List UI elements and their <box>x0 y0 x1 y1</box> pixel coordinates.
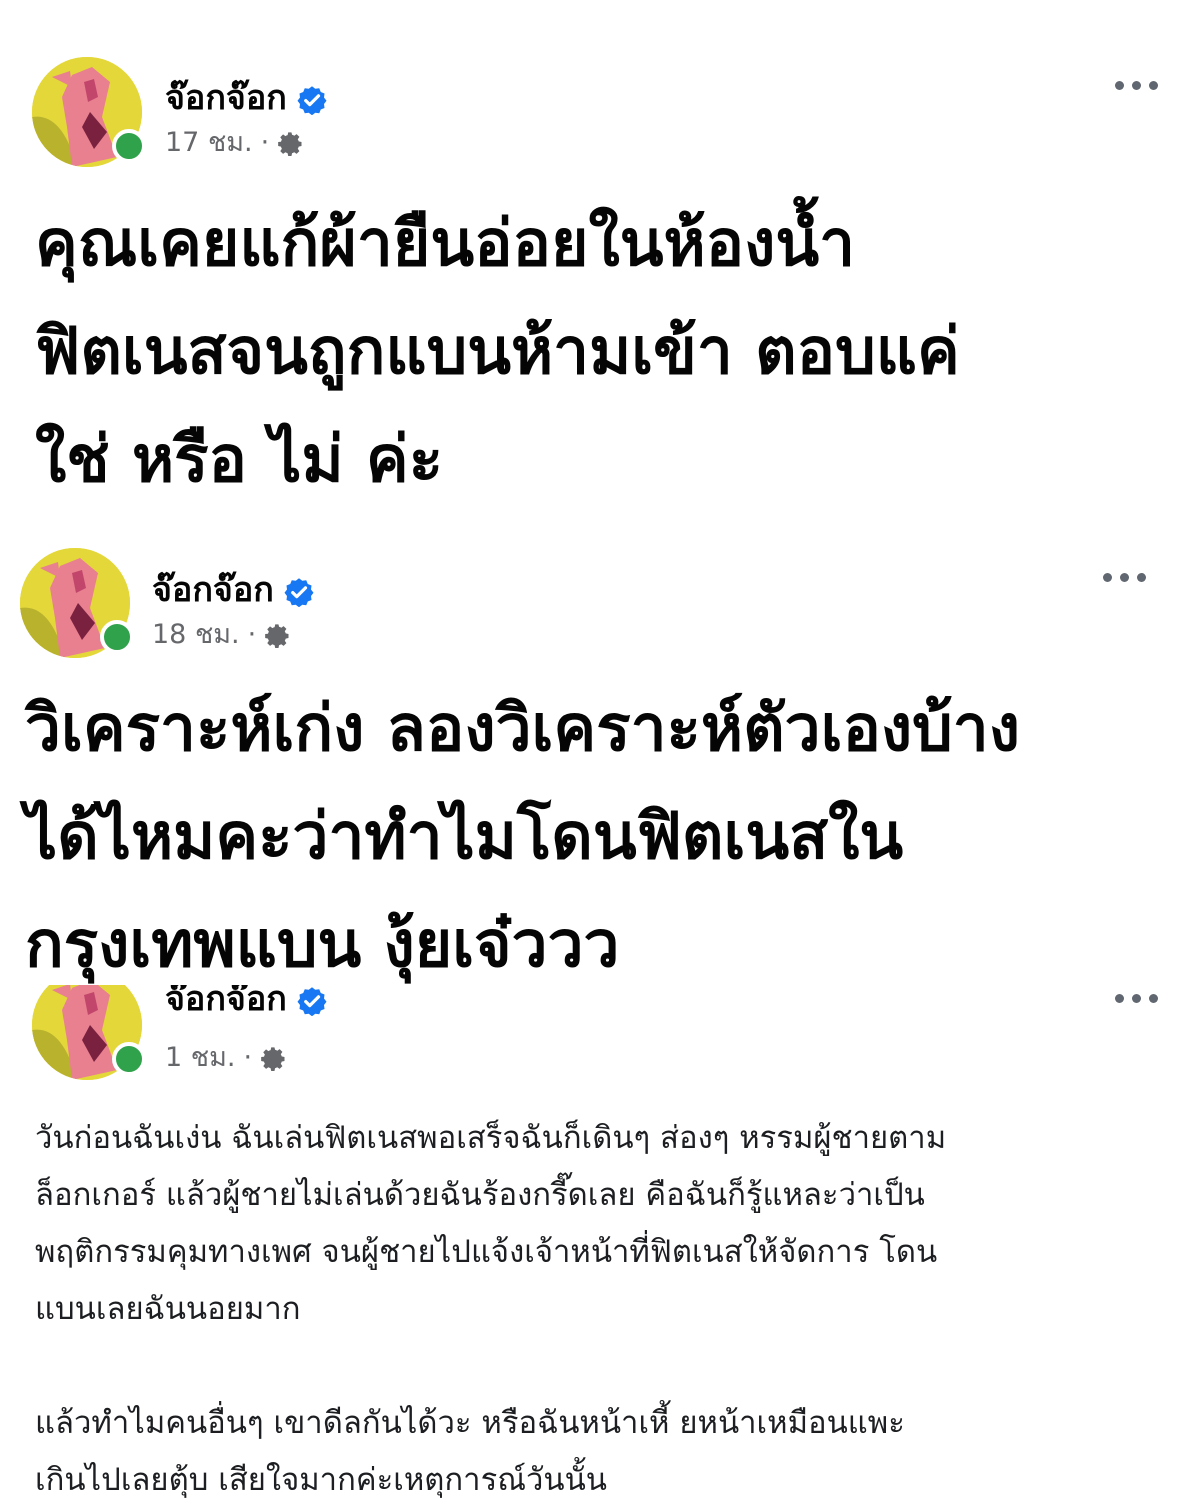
post-meta: 1 ชม. · <box>165 1035 288 1078</box>
avatar[interactable] <box>32 985 146 1080</box>
post-text-line: ล็อกเกอร์ แล้วผู้ชายไม่เล่นด้วยฉันร้องกร… <box>35 1177 925 1213</box>
post-text-line: พฤติกรรมคุมทางเพศ จนผู้ชายไปแจ้งเจ้าหน้า… <box>35 1234 938 1270</box>
post-meta: 17 ชม. · <box>165 120 305 163</box>
post-time[interactable]: 18 ชม. <box>152 619 240 650</box>
author-name-text: จ๊อกจ๊อก <box>165 78 287 118</box>
post-card: จ๊อกจ๊อก 1 ชม. · วันก่อนฉันเง่น ฉันเล่นฟิ… <box>0 985 1200 1500</box>
post-text-line: ใช่ หรือ ไม่ ค่ะ <box>35 423 444 497</box>
more-options-icon[interactable] <box>1103 570 1153 586</box>
post-text-line: แล้วทำไมคนอื่นๆ เขาดีลกันได้วะ หรือฉันหน… <box>35 1405 905 1441</box>
post-text-line: กรุงเทพแบน งุ้ยเจ๋ววว <box>25 908 620 982</box>
meta-separator: · <box>243 1042 253 1073</box>
post-text: คุณเคยแก้ผ้ายืนอ่อยในห้องน้ำ ฟิตเนสจนถูก… <box>35 190 960 514</box>
post-time[interactable]: 1 ชม. <box>165 1042 235 1073</box>
avatar[interactable] <box>32 57 146 167</box>
gear-icon[interactable] <box>264 622 292 650</box>
post-text: วิเคราะห์เก่ง ลองวิเคราะห์ตัวเองบ้าง ได้… <box>25 675 1020 999</box>
author-name[interactable]: จ๊อกจ๊อก <box>152 562 314 616</box>
online-status-icon <box>112 129 146 163</box>
verified-badge-icon <box>297 986 327 1016</box>
post-text-line: วันก่อนฉันเง่น ฉันเล่นฟิตเนสพอเสร็จฉันก็… <box>35 1120 947 1156</box>
post-text-line: เกินไปเลยตุ้บ เสียใจมากค่ะเหตุการณ์วันนั… <box>35 1462 607 1498</box>
more-options-icon[interactable] <box>1115 991 1165 1007</box>
post-text-line: ได้ไหมคะว่าทำไมโดนฟิตเนสใน <box>25 800 904 874</box>
verified-badge-icon <box>297 85 327 115</box>
post-text-line: ฟิตเนสจนถูกแบนห้ามเข้า ตอบแค่ <box>35 315 960 389</box>
meta-separator: · <box>247 619 257 650</box>
avatar[interactable] <box>20 548 134 658</box>
post-text-line: วิเคราะห์เก่ง ลองวิเคราะห์ตัวเองบ้าง <box>25 692 1020 766</box>
post-text-line: คุณเคยแก้ผ้ายืนอ่อยในห้องน้ำ <box>35 207 855 281</box>
online-status-icon <box>112 1042 146 1076</box>
author-name[interactable]: จ๊อกจ๊อก <box>165 985 327 1025</box>
post-card: จ๊อกจ๊อก 18 ชม. · วิเคราะห์เก่ง ลองวิเครา… <box>0 530 1200 990</box>
online-status-icon <box>100 620 134 654</box>
post-text-line: แบนเลยฉันนอยมาก <box>35 1291 301 1327</box>
more-options-icon[interactable] <box>1115 78 1165 94</box>
gear-icon[interactable] <box>260 1045 288 1073</box>
meta-separator: · <box>260 127 270 158</box>
author-name[interactable]: จ๊อกจ๊อก <box>165 70 327 124</box>
post-card: จ๊อกจ๊อก 17 ชม. · คุณเคยแก้ผ้ายืนอ่อยในห้… <box>0 0 1200 520</box>
verified-badge-icon <box>284 577 314 607</box>
author-name-text: จ๊อกจ๊อก <box>165 985 287 1019</box>
author-name-text: จ๊อกจ๊อก <box>152 570 274 610</box>
post-meta: 18 ชม. · <box>152 612 292 655</box>
post-text: วันก่อนฉันเง่น ฉันเล่นฟิตเนสพอเสร็จฉันก็… <box>35 1110 946 1500</box>
post-time[interactable]: 17 ชม. <box>165 127 253 158</box>
gear-icon[interactable] <box>277 130 305 158</box>
